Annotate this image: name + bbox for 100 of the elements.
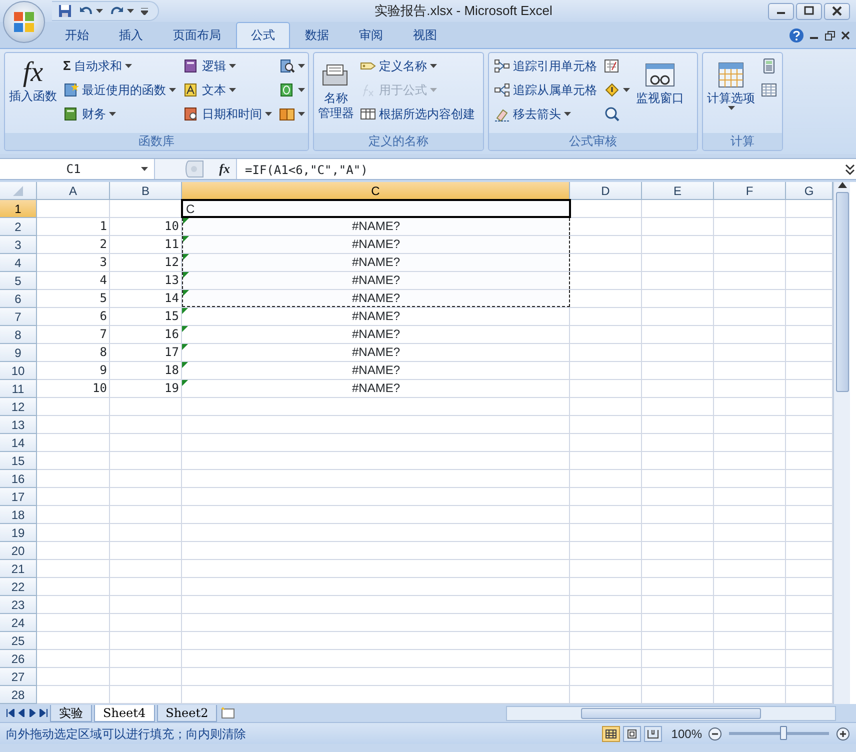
table-cell: #NAME?: [182, 326, 570, 343]
ribbon-button[interactable]: 计算选项: [706, 59, 756, 113]
row-header[interactable]: 20: [0, 542, 37, 560]
row-header[interactable]: 1: [0, 200, 37, 218]
row-header[interactable]: 23: [0, 596, 37, 614]
column-header[interactable]: E: [642, 182, 714, 200]
column-header[interactable]: D: [570, 182, 642, 200]
row-header[interactable]: 7: [0, 308, 37, 326]
row-header[interactable]: 17: [0, 488, 37, 506]
caret-icon: [298, 112, 305, 116]
caret-icon: [728, 106, 734, 111]
arrow-up-icon[interactable]: [838, 182, 846, 188]
column-header[interactable]: A: [37, 182, 110, 200]
caret-icon: [141, 8, 148, 14]
ribbon-tab[interactable]: 视图: [398, 22, 452, 48]
row-header[interactable]: 16: [0, 470, 37, 488]
column-header[interactable]: F: [714, 182, 786, 200]
row-header[interactable]: 15: [0, 452, 37, 470]
caret-icon: [430, 64, 437, 68]
view-button[interactable]: [644, 726, 662, 742]
slider-thumb[interactable]: [780, 726, 787, 740]
ribbon-button[interactable]: 财务: [61, 103, 178, 125]
caret-icon: [127, 8, 134, 14]
view-button[interactable]: [623, 726, 642, 742]
previous-sheet-icon[interactable]: [17, 709, 26, 717]
row-header[interactable]: 19: [0, 524, 37, 542]
row-header[interactable]: 3: [0, 236, 37, 254]
ribbon-button[interactable]: 文本: [181, 79, 274, 101]
sheet-tab[interactable]: 实验: [50, 704, 92, 722]
vertical-scrollbar[interactable]: [833, 182, 850, 704]
column-header[interactable]: G: [786, 182, 833, 200]
ribbon-button[interactable]: Σ 自动求和: [61, 55, 178, 77]
close-button[interactable]: [824, 2, 850, 20]
row-header[interactable]: 24: [0, 614, 37, 632]
ribbon-button[interactable]: 名称 管理器: [317, 59, 355, 123]
row-header[interactable]: 11: [0, 380, 37, 398]
ribbon-tab[interactable]: 插入: [104, 22, 158, 48]
next-sheet-icon[interactable]: [28, 709, 37, 717]
ribbon-tab[interactable]: 公式: [236, 22, 290, 48]
page-break-icon: [647, 728, 660, 738]
formula-field[interactable]: =IF(A1<6,"C","A"): [237, 159, 844, 179]
formula-icon: [360, 82, 376, 98]
table-cell-text: 4: [98, 272, 108, 289]
close-icon[interactable]: [841, 31, 850, 40]
ribbon-tab[interactable]: 数据: [290, 22, 344, 48]
row-header[interactable]: 28: [0, 686, 37, 704]
zoom-level[interactable]: 100%: [671, 724, 702, 742]
insert-function-icon[interactable]: fx: [219, 159, 230, 179]
row-header[interactable]: 5: [0, 272, 37, 290]
first-sheet-icon[interactable]: [6, 709, 15, 717]
ribbon-button[interactable]: 监视窗口: [635, 59, 685, 108]
row-header[interactable]: 9: [0, 344, 37, 362]
ribbon-tab[interactable]: 审阅: [344, 22, 398, 48]
help-icon[interactable]: [789, 28, 804, 43]
table-cell: #NAME?: [182, 290, 570, 307]
column-header[interactable]: B: [110, 182, 182, 200]
ribbon-tab[interactable]: 页面布局: [158, 22, 236, 48]
scroll-handle-icon[interactable]: [185, 160, 206, 178]
row-header[interactable]: 13: [0, 416, 37, 434]
zoom-out-icon[interactable]: [708, 726, 722, 740]
row-header[interactable]: 4: [0, 254, 37, 272]
row-header[interactable]: 10: [0, 362, 37, 380]
column-header[interactable]: C: [182, 182, 570, 200]
scrollbar-thumb[interactable]: [836, 192, 848, 392]
ribbon-button[interactable]: fx 插入函数: [8, 55, 58, 106]
ribbon-tab[interactable]: 开始: [50, 22, 104, 48]
last-sheet-icon[interactable]: [39, 709, 48, 717]
row-header[interactable]: 6: [0, 290, 37, 308]
ribbon-button[interactable]: 根据所选内容创建: [358, 103, 477, 125]
row-header[interactable]: 12: [0, 398, 37, 416]
restore-icon[interactable]: [825, 30, 835, 40]
row-header[interactable]: 21: [0, 560, 37, 578]
horizontal-scrollbar[interactable]: [506, 706, 836, 720]
row-header[interactable]: 8: [0, 326, 37, 344]
new-sheet-icon[interactable]: [219, 706, 238, 720]
calculator-icon: [761, 58, 777, 74]
ribbon-button[interactable]: 最近使用的函数: [61, 79, 178, 101]
row-header[interactable]: 25: [0, 632, 37, 650]
row-header[interactable]: 18: [0, 506, 37, 524]
ribbon-button[interactable]: 追踪从属单元格: [492, 79, 599, 101]
row-header[interactable]: 27: [0, 668, 37, 686]
maximize-button[interactable]: [796, 2, 822, 20]
row-header[interactable]: 22: [0, 578, 37, 596]
zoom-in-icon[interactable]: [836, 726, 850, 740]
row-header[interactable]: 26: [0, 650, 37, 668]
ribbon-button[interactable]: 定义名称: [358, 55, 477, 77]
ribbon-button[interactable]: 逻辑: [181, 55, 274, 77]
ribbon-button[interactable]: 追踪引用单元格: [492, 55, 599, 77]
table-cell: #NAME?: [182, 254, 570, 271]
row-header[interactable]: 2: [0, 218, 37, 236]
sheet-tab[interactable]: Sheet2: [156, 704, 218, 722]
save-button[interactable]: [56, 2, 74, 20]
ribbon-button[interactable]: 日期和时间: [181, 103, 274, 125]
row-header[interactable]: 14: [0, 434, 37, 452]
sheet-tab[interactable]: Sheet4: [94, 704, 155, 722]
status-message: 向外拖动选定区域可以进行填充；向内则清除: [6, 726, 246, 742]
minimize-button[interactable]: [768, 2, 794, 20]
view-button[interactable]: [602, 726, 620, 742]
ribbon-button[interactable]: 移去箭头: [492, 103, 599, 125]
scrollbar-thumb[interactable]: [581, 708, 761, 718]
